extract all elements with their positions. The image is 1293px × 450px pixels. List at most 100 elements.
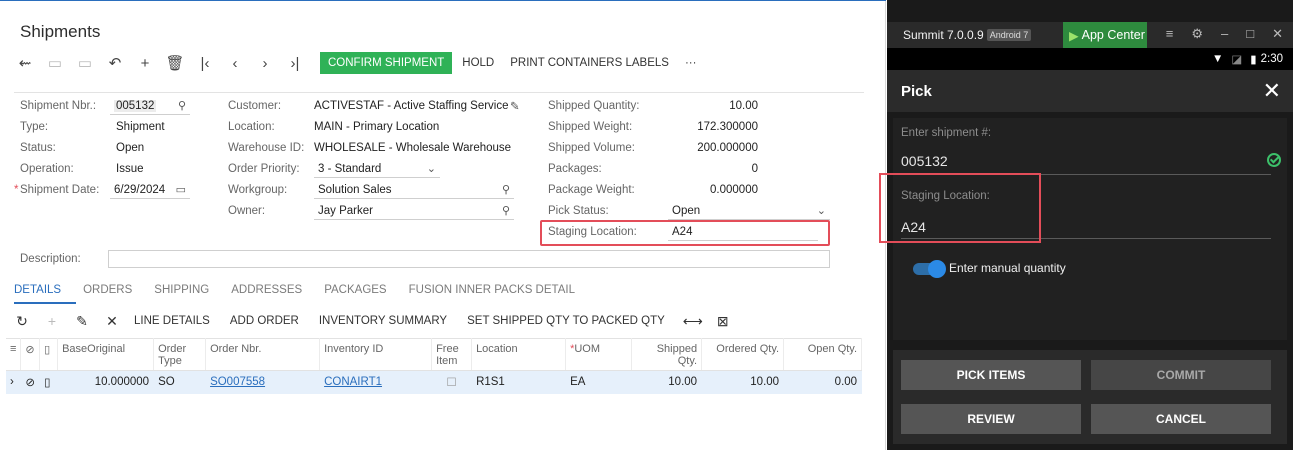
refresh-icon[interactable]: ↻ (14, 313, 30, 330)
app-header: Pick ✕ (887, 70, 1293, 112)
maximize-icon[interactable]: □ (1246, 26, 1254, 42)
table-row[interactable]: › ⊘ ▯ 10.000000 SO SO007558 CONAIRT1 ☐ R… (6, 370, 863, 394)
shipment-date-field[interactable]: 6/29/2024 ▭ (110, 181, 190, 199)
attachment-icon[interactable]: ⊘ (20, 370, 41, 394)
delete-icon[interactable]: 🗑 (164, 52, 186, 74)
edit-pencil-icon[interactable]: ✎ (510, 99, 520, 113)
cell-location[interactable]: R1S1 (471, 370, 567, 394)
col-shipped-qty[interactable]: Shipped Qty. (631, 338, 703, 371)
cell-uom[interactable]: EA (565, 370, 633, 394)
warehouse-label: Warehouse ID: (228, 142, 305, 154)
review-button[interactable]: REVIEW (901, 404, 1081, 434)
workgroup-field[interactable]: Solution Sales ⚲ (314, 181, 514, 199)
packages-label: Packages: (548, 163, 602, 175)
signal-icon: ◪ (1231, 54, 1243, 66)
add-icon[interactable]: + (134, 52, 156, 74)
tab-orders[interactable]: ORDERS (83, 284, 132, 300)
save-close-icon[interactable]: ▭ (74, 52, 96, 74)
tab-addresses[interactable]: ADDRESSES (231, 284, 302, 300)
hold-button[interactable]: HOLD (462, 57, 494, 69)
close-window-icon[interactable]: ✕ (1272, 26, 1283, 42)
cell-ordered-qty[interactable]: 10.00 (701, 370, 785, 394)
add-order-button[interactable]: ADD ORDER (230, 315, 299, 327)
row-selector-header-icon[interactable]: ≡ (6, 338, 22, 371)
app-center-button[interactable]: ▶ App Center (1063, 22, 1147, 48)
col-location[interactable]: Location (471, 338, 567, 371)
back-arrow-icon[interactable]: ⇜ (14, 52, 36, 74)
col-ordered-qty[interactable]: Ordered Qty. (701, 338, 785, 371)
staging-location-highlight (540, 220, 830, 246)
search-icon[interactable]: ⚲ (502, 204, 510, 217)
last-record-icon[interactable]: ›| (284, 52, 306, 74)
calendar-icon[interactable]: ▭ (176, 183, 186, 196)
wifi-icon: ▼ (1212, 53, 1224, 65)
col-uom[interactable]: *UOM (565, 338, 633, 371)
note-icon[interactable]: ▯ (39, 370, 59, 394)
add-row-icon[interactable]: + (44, 313, 60, 329)
col-order-type[interactable]: Order Type (153, 338, 207, 371)
pick-items-button[interactable]: PICK ITEMS (901, 360, 1081, 390)
undo-icon[interactable]: ↶ (104, 52, 126, 74)
tab-fusion-inner-packs-detail[interactable]: FUSION INNER PACKS DETAIL (409, 284, 575, 300)
screen-title: Pick (901, 82, 932, 100)
cell-inventory-id[interactable]: CONAIRT1 (319, 370, 433, 394)
order-nbr-link[interactable]: SO007558 (210, 376, 265, 388)
edit-pencil-icon[interactable]: ✎ (74, 313, 90, 330)
col-inventory-id[interactable]: Inventory ID (319, 338, 433, 371)
emulator-title: Summit 7.0.0.9 (903, 28, 984, 42)
location-value[interactable]: MAIN - Primary Location (314, 121, 439, 133)
order-priority-select[interactable]: 3 - Standard ⌄ (314, 160, 440, 178)
confirm-shipment-button[interactable]: CONFIRM SHIPMENT (320, 52, 453, 74)
line-details-button[interactable]: LINE DETAILS (134, 315, 210, 327)
detail-tabs: DETAILS ORDERS SHIPPING ADDRESSES PACKAG… (14, 284, 597, 300)
manual-quantity-toggle[interactable] (913, 260, 946, 278)
shipment-number-input[interactable]: 005132 (901, 153, 948, 169)
cell-open-qty[interactable]: 0.00 (783, 370, 863, 394)
more-actions-button[interactable]: ··· (685, 57, 697, 69)
cell-order-type[interactable]: SO (153, 370, 207, 394)
previous-record-icon[interactable]: ‹ (224, 52, 246, 74)
customer-value[interactable]: ACTIVESTAF - Active Staffing Service (314, 100, 510, 112)
tab-shipping[interactable]: SHIPPING (154, 284, 209, 300)
export-excel-icon[interactable]: ⊠ (715, 313, 731, 330)
settings-gear-icon[interactable]: ⚙ (1191, 26, 1203, 42)
cell-base-original[interactable]: 10.000000 (57, 370, 155, 394)
save-icon[interactable]: ▭ (44, 52, 66, 74)
shipment-date-label: Shipment Date: (20, 184, 100, 196)
emulator-title-bar: Summit 7.0.0.9 Android 7 ▶ App Center ≡ … (887, 22, 1293, 48)
pick-status-label: Pick Status: (548, 205, 609, 217)
tab-packages[interactable]: PACKAGES (324, 284, 386, 300)
expand-row-icon[interactable]: › (6, 370, 22, 394)
commit-button[interactable]: COMMIT (1091, 360, 1271, 390)
description-field[interactable] (108, 250, 830, 268)
col-open-qty[interactable]: Open Qty. (783, 338, 863, 371)
close-icon[interactable]: ✕ (1263, 78, 1281, 104)
shipment-nbr-field[interactable]: 005132 ⚲ (110, 97, 190, 115)
next-record-icon[interactable]: › (254, 52, 276, 74)
cancel-button[interactable]: CANCEL (1091, 404, 1271, 434)
set-shipped-qty-button[interactable]: SET SHIPPED QTY TO PACKED QTY (467, 315, 665, 327)
first-record-icon[interactable]: |‹ (194, 52, 216, 74)
play-icon: ▶ (1069, 28, 1079, 43)
shipment-lines-grid: ≡ ⊘ ▯ BaseOriginal Order Type Order Nbr.… (6, 338, 863, 394)
minimize-icon[interactable]: – (1221, 26, 1228, 42)
inventory-summary-button[interactable]: INVENTORY SUMMARY (319, 315, 447, 327)
inventory-id-link[interactable]: CONAIRT1 (324, 376, 382, 388)
cell-shipped-qty[interactable]: 10.00 (631, 370, 703, 394)
owner-field[interactable]: Jay Parker ⚲ (314, 202, 514, 220)
warehouse-value[interactable]: WHOLESALE - Wholesale Warehouse (314, 142, 511, 154)
delete-row-icon[interactable]: ✕ (104, 313, 120, 330)
cell-order-nbr[interactable]: SO007558 (205, 370, 321, 394)
print-containers-labels-button[interactable]: PRINT CONTAINERS LABELS (510, 57, 669, 69)
search-icon[interactable]: ⚲ (502, 183, 510, 196)
customer-label: Customer: (228, 100, 282, 112)
pick-status-select[interactable]: Open ⌄ (668, 202, 830, 220)
menu-icon[interactable]: ≡ (1166, 26, 1174, 42)
tab-details[interactable]: DETAILS (14, 284, 61, 300)
col-free-item[interactable]: Free Item (431, 338, 473, 371)
col-order-nbr[interactable]: Order Nbr. (205, 338, 321, 371)
free-item-checkbox[interactable]: ☐ (431, 370, 473, 394)
fit-columns-icon[interactable]: ⟷ (683, 313, 703, 330)
search-icon[interactable]: ⚲ (178, 99, 186, 112)
col-base-original[interactable]: BaseOriginal (57, 338, 155, 371)
